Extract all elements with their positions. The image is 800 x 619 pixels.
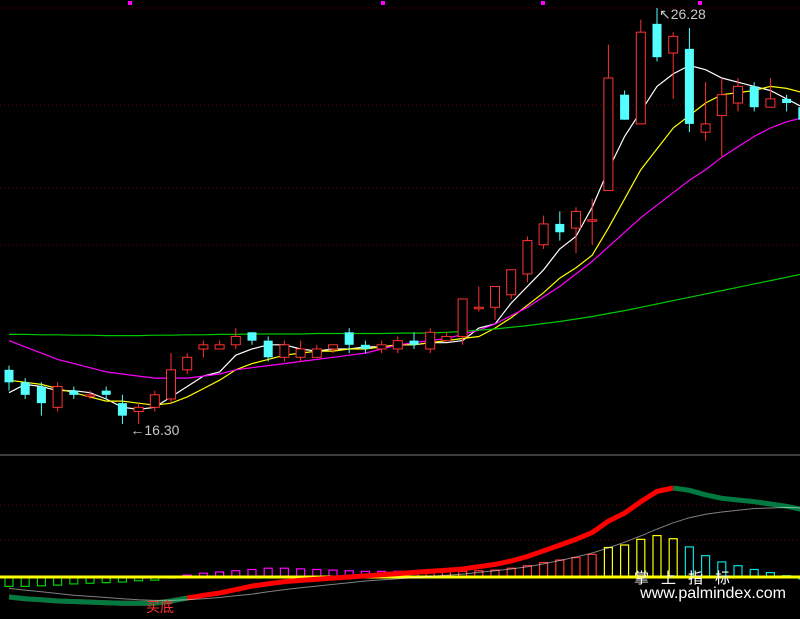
candle-body — [311, 348, 322, 358]
candle-body — [652, 23, 662, 58]
candle-body — [700, 123, 711, 133]
macd-bar — [571, 556, 581, 578]
stock-chart — [0, 1, 800, 606]
candle-body — [360, 344, 370, 349]
candle-body — [409, 340, 419, 345]
candle-body — [230, 335, 241, 346]
candle-body — [263, 340, 273, 358]
candle-body — [85, 394, 95, 397]
candle-body — [344, 332, 354, 345]
ma20-line — [8, 117, 800, 379]
macd-bar — [603, 546, 614, 578]
ma5-line — [8, 64, 800, 411]
candle-body — [620, 94, 630, 120]
candle-body — [166, 369, 176, 400]
candle-body — [441, 335, 452, 342]
candle-body — [555, 223, 565, 233]
top-marker-3 — [698, 1, 702, 5]
ma60-line — [9, 273, 800, 337]
low-price-arrow: ← — [130, 422, 145, 438]
candle-body — [295, 348, 306, 358]
candle-body — [765, 98, 776, 108]
candle-body — [214, 344, 225, 350]
candle-body — [4, 369, 14, 383]
buy-signal-text: 买底 — [146, 600, 174, 616]
macd-bar — [555, 559, 565, 578]
candle-body — [457, 298, 468, 337]
candle-body — [392, 340, 403, 350]
candle-body — [603, 77, 614, 192]
candle-body — [538, 223, 549, 246]
candle-body — [36, 386, 46, 404]
candle-body — [490, 285, 500, 308]
watermark-url: www.palmindex.com — [640, 585, 786, 602]
candle-body — [279, 344, 290, 358]
candle-body — [571, 210, 581, 229]
high-price-arrow: ↖ — [659, 6, 671, 22]
candle-body — [733, 85, 743, 104]
candle-body — [635, 31, 646, 125]
candle-body — [52, 385, 63, 408]
candle-body — [782, 98, 792, 104]
macd-dif-falling — [672, 485, 800, 512]
candle-body — [198, 344, 209, 350]
candle-body — [247, 332, 257, 341]
candle-body — [587, 219, 598, 222]
macd-bar — [587, 553, 597, 578]
macd-bar — [619, 544, 630, 578]
high-price-label: ↖26.28 — [659, 6, 706, 22]
low-price-label: ←16.30 — [130, 422, 180, 438]
top-marker-0 — [128, 1, 132, 5]
candle-body — [20, 382, 30, 395]
candle-body — [506, 269, 517, 296]
candle-body — [69, 390, 79, 395]
top-marker-2 — [541, 1, 545, 5]
candle-body — [133, 406, 144, 412]
candle-body — [473, 306, 484, 310]
ma10-line — [8, 85, 800, 406]
candle-body — [101, 390, 111, 395]
candle-body — [117, 403, 127, 416]
candle-body — [716, 94, 727, 117]
candle-body — [149, 394, 160, 408]
top-marker-1 — [381, 1, 385, 5]
candle-body — [376, 344, 387, 350]
candle-body — [425, 331, 436, 350]
candle-body — [684, 48, 694, 124]
candle-body — [328, 344, 338, 350]
candle-body — [522, 240, 533, 275]
candle-body — [668, 35, 679, 54]
candle-body — [182, 356, 193, 371]
candle-body — [749, 86, 759, 108]
